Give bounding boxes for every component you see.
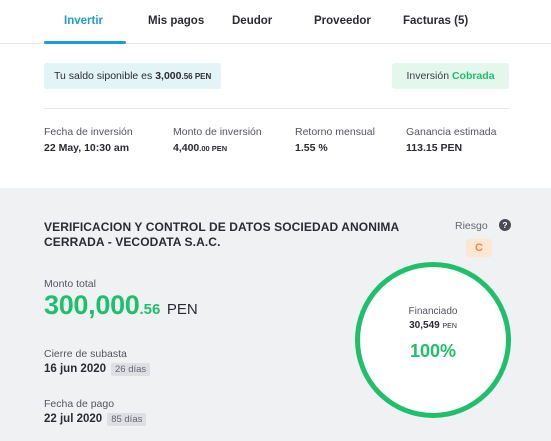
stat-label: Retorno mensual xyxy=(295,126,375,138)
stat-label: Fecha de inversión xyxy=(44,126,133,138)
saldo-amount: 3,000 xyxy=(155,70,182,82)
tab-invertir[interactable]: Invertir xyxy=(64,15,103,27)
stat-value: 1.55 % xyxy=(295,142,328,154)
stat-value: 4,400.00 PEN xyxy=(173,142,228,154)
stat-ganancia-estimada: Ganancia estimada 113.15 PEN xyxy=(406,126,496,154)
stat-label: Monto de inversión xyxy=(173,126,262,138)
financiado-progress-circle xyxy=(355,262,511,418)
tab-bar: Invertir Mis pagos Deudor Proveedor Fact… xyxy=(0,0,551,44)
inversion-status-badge: Inversión Cobrada xyxy=(392,63,509,89)
monto-total-amount: 300,000.56 PEN xyxy=(44,290,198,321)
inversion-status: Cobrada xyxy=(451,70,495,82)
cierre-date: 16 jun 2020 26 días xyxy=(44,363,151,376)
question-icon[interactable]: ? xyxy=(499,219,511,231)
saldo-banner: Tu saldo siponible es 3,000.56 PEN xyxy=(44,63,222,89)
active-tab-indicator xyxy=(44,41,126,44)
cierre-label: Cierre de subasta xyxy=(44,348,127,360)
monto-total-int: 300,000 xyxy=(44,290,140,320)
stat-fecha-inversion: Fecha de inversión 22 May, 10:30 am xyxy=(44,126,133,154)
pago-days-badge: 85 días xyxy=(107,413,147,426)
monto-total-currency: PEN xyxy=(166,301,198,318)
stat-value: 113.15 PEN xyxy=(406,142,463,154)
tab-mis-pagos[interactable]: Mis pagos xyxy=(148,15,204,27)
risk-badge: C xyxy=(466,239,492,257)
stat-retorno-mensual: Retorno mensual 1.55 % xyxy=(295,126,375,154)
pago-date: 22 jul 2020 85 días xyxy=(44,413,147,426)
monto-total-dec: .56 xyxy=(139,301,161,318)
tab-proveedor[interactable]: Proveedor xyxy=(314,15,371,27)
inversion-label: Inversión xyxy=(406,70,450,82)
monto-total-label: Monto total xyxy=(44,278,96,290)
cierre-days-badge: 26 días xyxy=(111,363,151,376)
tab-facturas[interactable]: Facturas (5) xyxy=(403,15,468,27)
pago-label: Fecha de pago xyxy=(44,398,115,410)
financiado-percent: 100% xyxy=(409,341,457,361)
tab-deudor[interactable]: Deudor xyxy=(232,15,272,27)
stat-monto-inversion: Monto de inversión 4,400.00 PEN xyxy=(173,126,262,154)
saldo-amount-decimal: .56 PEN xyxy=(181,72,212,81)
risk-label: Riesgo xyxy=(455,220,488,232)
saldo-prefix: Tu saldo siponible es xyxy=(54,70,153,82)
financiado-amount: 30,549 PEN xyxy=(409,320,457,331)
divider xyxy=(44,108,509,109)
stat-value: 22 May, 10:30 am xyxy=(44,142,130,154)
stat-label: Ganancia estimada xyxy=(406,126,497,138)
financiado-label: Financiado xyxy=(408,306,458,317)
company-name: VERIFICACION Y CONTROL DE DATOS SOCIEDAD… xyxy=(44,220,399,249)
